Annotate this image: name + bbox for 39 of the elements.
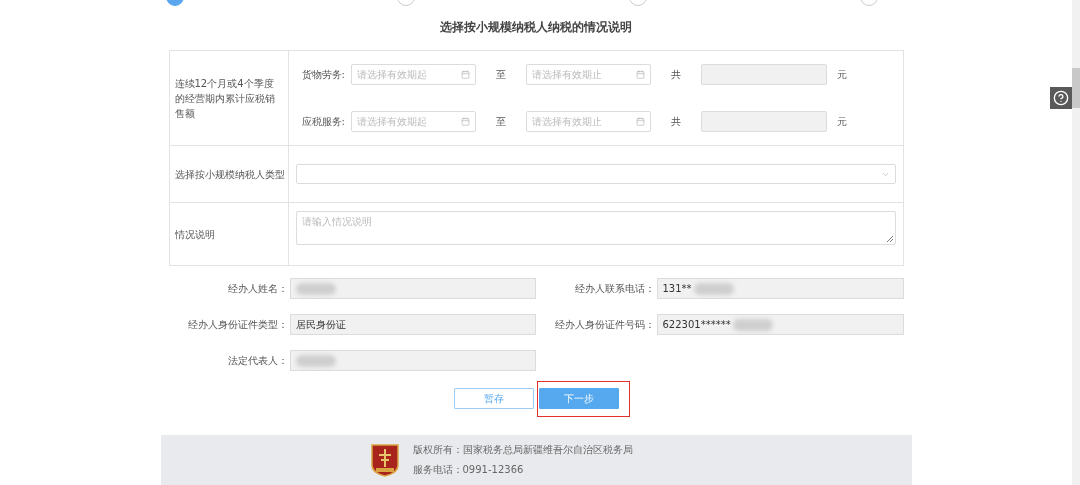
calendar-icon	[460, 70, 470, 79]
total-label: 共	[669, 114, 682, 129]
emblem-logo	[369, 443, 400, 477]
field-label: 经办人身份证件类型：	[186, 317, 288, 332]
next-button[interactable]: 下一步	[538, 388, 619, 409]
row-label: 情况说明	[174, 227, 215, 242]
save-button[interactable]: 暂存	[453, 388, 534, 409]
row-label: 连续12个月或4个季度的经营期内累计应税销售额	[174, 76, 276, 121]
date-field[interactable]: 请选择有效期起	[350, 64, 476, 85]
field-label: 经办人身份证件号码：	[553, 317, 655, 332]
range-separator: 至	[494, 67, 507, 82]
resize-grip-icon	[886, 236, 893, 242]
calendar-icon	[635, 70, 645, 79]
help-icon	[1053, 90, 1069, 106]
date-field[interactable]: 请选择有效期止	[525, 64, 651, 85]
date-field[interactable]: 请选择有效期起	[350, 111, 476, 132]
field-label: 货物劳务:	[301, 67, 346, 82]
type-select[interactable]	[295, 164, 896, 184]
row-label: 选择按小规模纳税人类型	[174, 167, 285, 182]
calendar-icon	[635, 117, 645, 126]
calendar-icon	[460, 117, 470, 126]
field-label: 经办人联系电话：	[573, 281, 655, 296]
description-field[interactable]: 请输入情况说明	[295, 211, 896, 245]
field-label: 经办人姓名：	[226, 281, 288, 296]
date-field[interactable]: 请选择有效期止	[525, 111, 651, 132]
total-label: 共	[669, 67, 682, 82]
service-phone: 服务电话：0991-12366	[412, 463, 525, 477]
unit-label: 元	[835, 114, 848, 129]
field-value: 居民身份证	[295, 317, 346, 332]
form-title: 选择按小规模纳税人纳税的情况说明	[439, 19, 633, 36]
field-value: 622301******	[662, 319, 731, 330]
range-separator: 至	[494, 114, 507, 129]
field-value: 131**	[662, 283, 692, 294]
scrollbar-thumb[interactable]	[1072, 68, 1080, 108]
field-label: 法定代表人：	[226, 353, 288, 368]
unit-label: 元	[835, 67, 848, 82]
field-label: 应税服务:	[301, 114, 346, 129]
help-button[interactable]	[1050, 87, 1072, 109]
copyright-text: 版权所有：国家税务总局新疆维吾尔自治区税务局	[412, 443, 633, 457]
